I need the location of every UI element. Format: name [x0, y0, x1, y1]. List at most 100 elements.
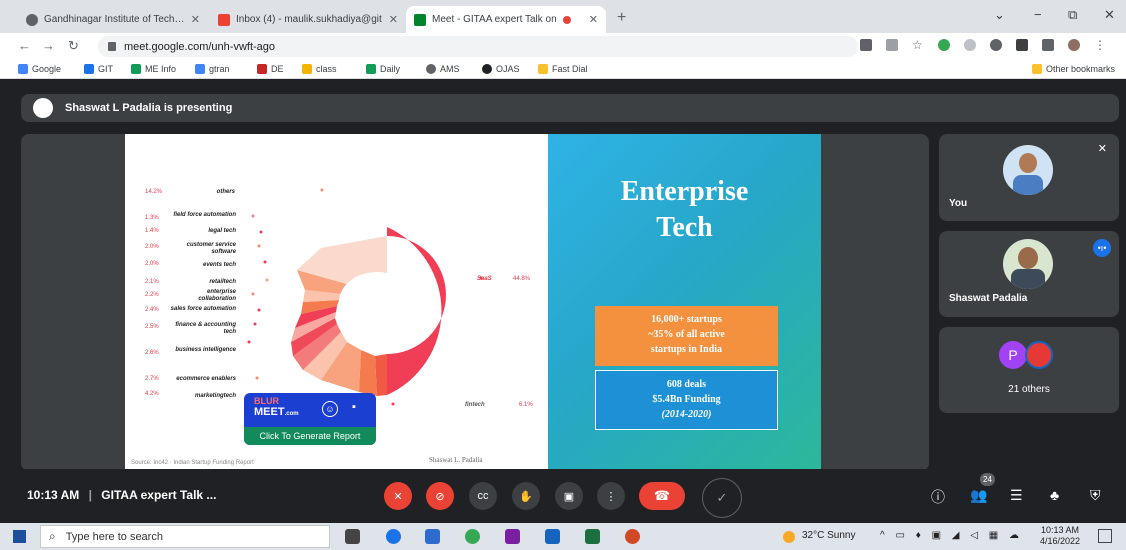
meet-control-bar: 10:13 AM | GITAA expert Talk ... ✕ ⊘ cc …	[0, 469, 1126, 523]
tab-label: Inbox (4) - maulik.sukhadiya@git	[236, 14, 382, 25]
system-tray-icons[interactable]: ^ ▭ ♦ ▣ ◢ ◁ ▦ ☁	[880, 530, 1023, 541]
chrome-icon[interactable]	[465, 529, 480, 544]
sheet-icon	[366, 64, 376, 74]
participant-tile-presenter[interactable]: Shaswat Padalia •ı•	[939, 231, 1119, 317]
bookmark-ojas[interactable]: OJAS	[482, 64, 520, 74]
presenting-text: Shaswat L Padalia is presenting	[65, 102, 233, 114]
generate-report-button[interactable]: Click To Generate Report	[244, 427, 376, 445]
windows-taskbar: ⌕ Type here to search 32°C Sunny ^ ▭ ♦ ▣…	[0, 523, 1126, 550]
tab-inbox[interactable]: Inbox (4) - maulik.sukhadiya@git ✕	[210, 6, 406, 33]
weather-text[interactable]: 32°C Sunny	[802, 530, 855, 541]
chat-icon[interactable]: ☰	[1010, 487, 1023, 504]
separator: |	[88, 488, 92, 502]
extension-icon[interactable]	[964, 39, 976, 51]
saas-pct: 44.8%	[513, 276, 531, 282]
share-icon[interactable]	[886, 39, 898, 51]
tab-search-button[interactable]: ⌄	[994, 7, 1005, 23]
avatar	[1003, 239, 1053, 289]
close-icon[interactable]: ✕	[389, 13, 398, 26]
close-icon[interactable]: ✕	[191, 13, 200, 26]
funding-box: 608 deals $5.4Bn Funding (2014-2020)	[595, 370, 778, 430]
end-call-button[interactable]: ☎	[639, 482, 685, 510]
meet-window: Shaswat L Padalia is presenting 14.2% ot…	[0, 79, 1126, 523]
bookmark-me-info[interactable]: ME Info	[131, 64, 176, 74]
other-bookmarks[interactable]: Other bookmarks	[1032, 64, 1115, 74]
chart-hole	[339, 272, 415, 332]
bookmark-daily[interactable]: Daily	[366, 64, 400, 74]
globe-icon	[426, 64, 436, 74]
bookmark-gtran[interactable]: gtran	[195, 64, 230, 74]
segment	[375, 354, 387, 396]
more-options-button[interactable]: ⋮	[597, 482, 625, 510]
avatar	[1025, 341, 1053, 369]
restore-button[interactable]: ⧉	[1068, 7, 1077, 23]
bookmark-ams[interactable]: AMS	[426, 64, 460, 74]
forward-icon[interactable]: →	[42, 38, 55, 53]
captions-button[interactable]: cc	[469, 482, 497, 510]
reload-icon[interactable]: ↻	[68, 38, 79, 54]
check-button[interactable]: ✓	[702, 478, 742, 518]
camera-off-button[interactable]: ⊘	[426, 482, 454, 510]
close-window-button[interactable]: ✕	[1104, 7, 1115, 23]
extension-icon[interactable]	[990, 39, 1002, 51]
puzzle-icon[interactable]	[1016, 39, 1028, 51]
chat-icon[interactable]: ▪	[352, 401, 356, 413]
bookmark-git[interactable]: GIT	[84, 64, 113, 74]
tab-meet[interactable]: Meet - GITAA expert Talk on ✕	[406, 6, 606, 33]
taskbar-clock[interactable]: 10:13 AM 4/16/2022	[1040, 525, 1080, 547]
edge-icon[interactable]	[386, 529, 401, 544]
camera-icon[interactable]	[860, 39, 872, 51]
mic-off-button[interactable]: ✕	[384, 482, 412, 510]
present-button[interactable]: ▣	[555, 482, 583, 510]
lock-icon	[108, 42, 116, 51]
presenter-avatar	[33, 98, 53, 118]
minimize-button[interactable]: −	[1034, 7, 1042, 22]
label-pct: 1.4%	[145, 228, 159, 234]
info-icon[interactable]: ⓘ	[931, 487, 945, 507]
google-icon	[18, 64, 28, 74]
gmail-icon	[218, 13, 230, 26]
label-pct: 2.1%	[145, 279, 159, 285]
app-icon[interactable]	[545, 529, 560, 544]
app-icon[interactable]	[505, 529, 520, 544]
grammarly-icon[interactable]	[938, 39, 950, 51]
search-icon: ⌕	[49, 529, 56, 543]
menu-icon[interactable]: ⋮	[1094, 39, 1106, 51]
task-view-icon[interactable]	[345, 529, 360, 544]
recording-icon	[562, 15, 571, 24]
tab-label: Meet - GITAA expert Talk on	[432, 14, 557, 25]
bookmark-fast-dial[interactable]: Fast Dial	[538, 64, 588, 74]
url-input[interactable]: meet.google.com/unh-vwft-ago	[98, 36, 858, 57]
windows-start-icon[interactable]	[13, 530, 26, 543]
people-count-badge: 24	[980, 473, 995, 486]
star-icon[interactable]: ☆	[912, 39, 924, 51]
sidepanel-icon[interactable]	[1042, 39, 1054, 51]
bookmark-class[interactable]: class	[302, 64, 337, 74]
new-tab-button[interactable]: +	[617, 9, 626, 27]
store-icon[interactable]	[425, 529, 440, 544]
participant-tile-others[interactable]: P 21 others	[939, 327, 1119, 413]
activities-icon[interactable]: ♣	[1050, 487, 1059, 503]
label-pct: 2.5%	[145, 324, 159, 330]
bookmark-de[interactable]: DE	[257, 64, 284, 74]
notification-icon[interactable]	[1098, 529, 1112, 543]
host-controls-icon[interactable]: ⛨	[1090, 487, 1101, 504]
raise-hand-button[interactable]: ✋	[512, 482, 540, 510]
back-icon[interactable]: ←	[18, 38, 31, 53]
bookmarks-bar: Google GIT ME Info gtran DE class Daily …	[0, 60, 1126, 79]
tab-gandhinagar[interactable]: Gandhinagar Institute of Technol ✕	[18, 6, 208, 33]
emoji-icon[interactable]: ☺	[322, 401, 338, 417]
powerpoint-icon[interactable]	[625, 529, 640, 544]
bookmark-google[interactable]: Google	[18, 64, 61, 74]
label-text: ecommerce enablers	[176, 376, 236, 382]
excel-icon[interactable]	[585, 529, 600, 544]
label-pct: 2.7%	[145, 376, 159, 382]
blur-meet-extension[interactable]: BLUR MEET.com ☺ ▪ Click To Generate Repo…	[244, 393, 376, 445]
avatar[interactable]	[1068, 39, 1080, 51]
participant-tile-you[interactable]: You ✕	[939, 134, 1119, 221]
weather-icon	[783, 531, 795, 543]
taskbar-search-input[interactable]: ⌕ Type here to search	[40, 525, 330, 548]
classroom-icon	[302, 64, 312, 74]
close-icon[interactable]: ✕	[589, 13, 598, 26]
people-icon[interactable]: 👥	[970, 487, 987, 504]
